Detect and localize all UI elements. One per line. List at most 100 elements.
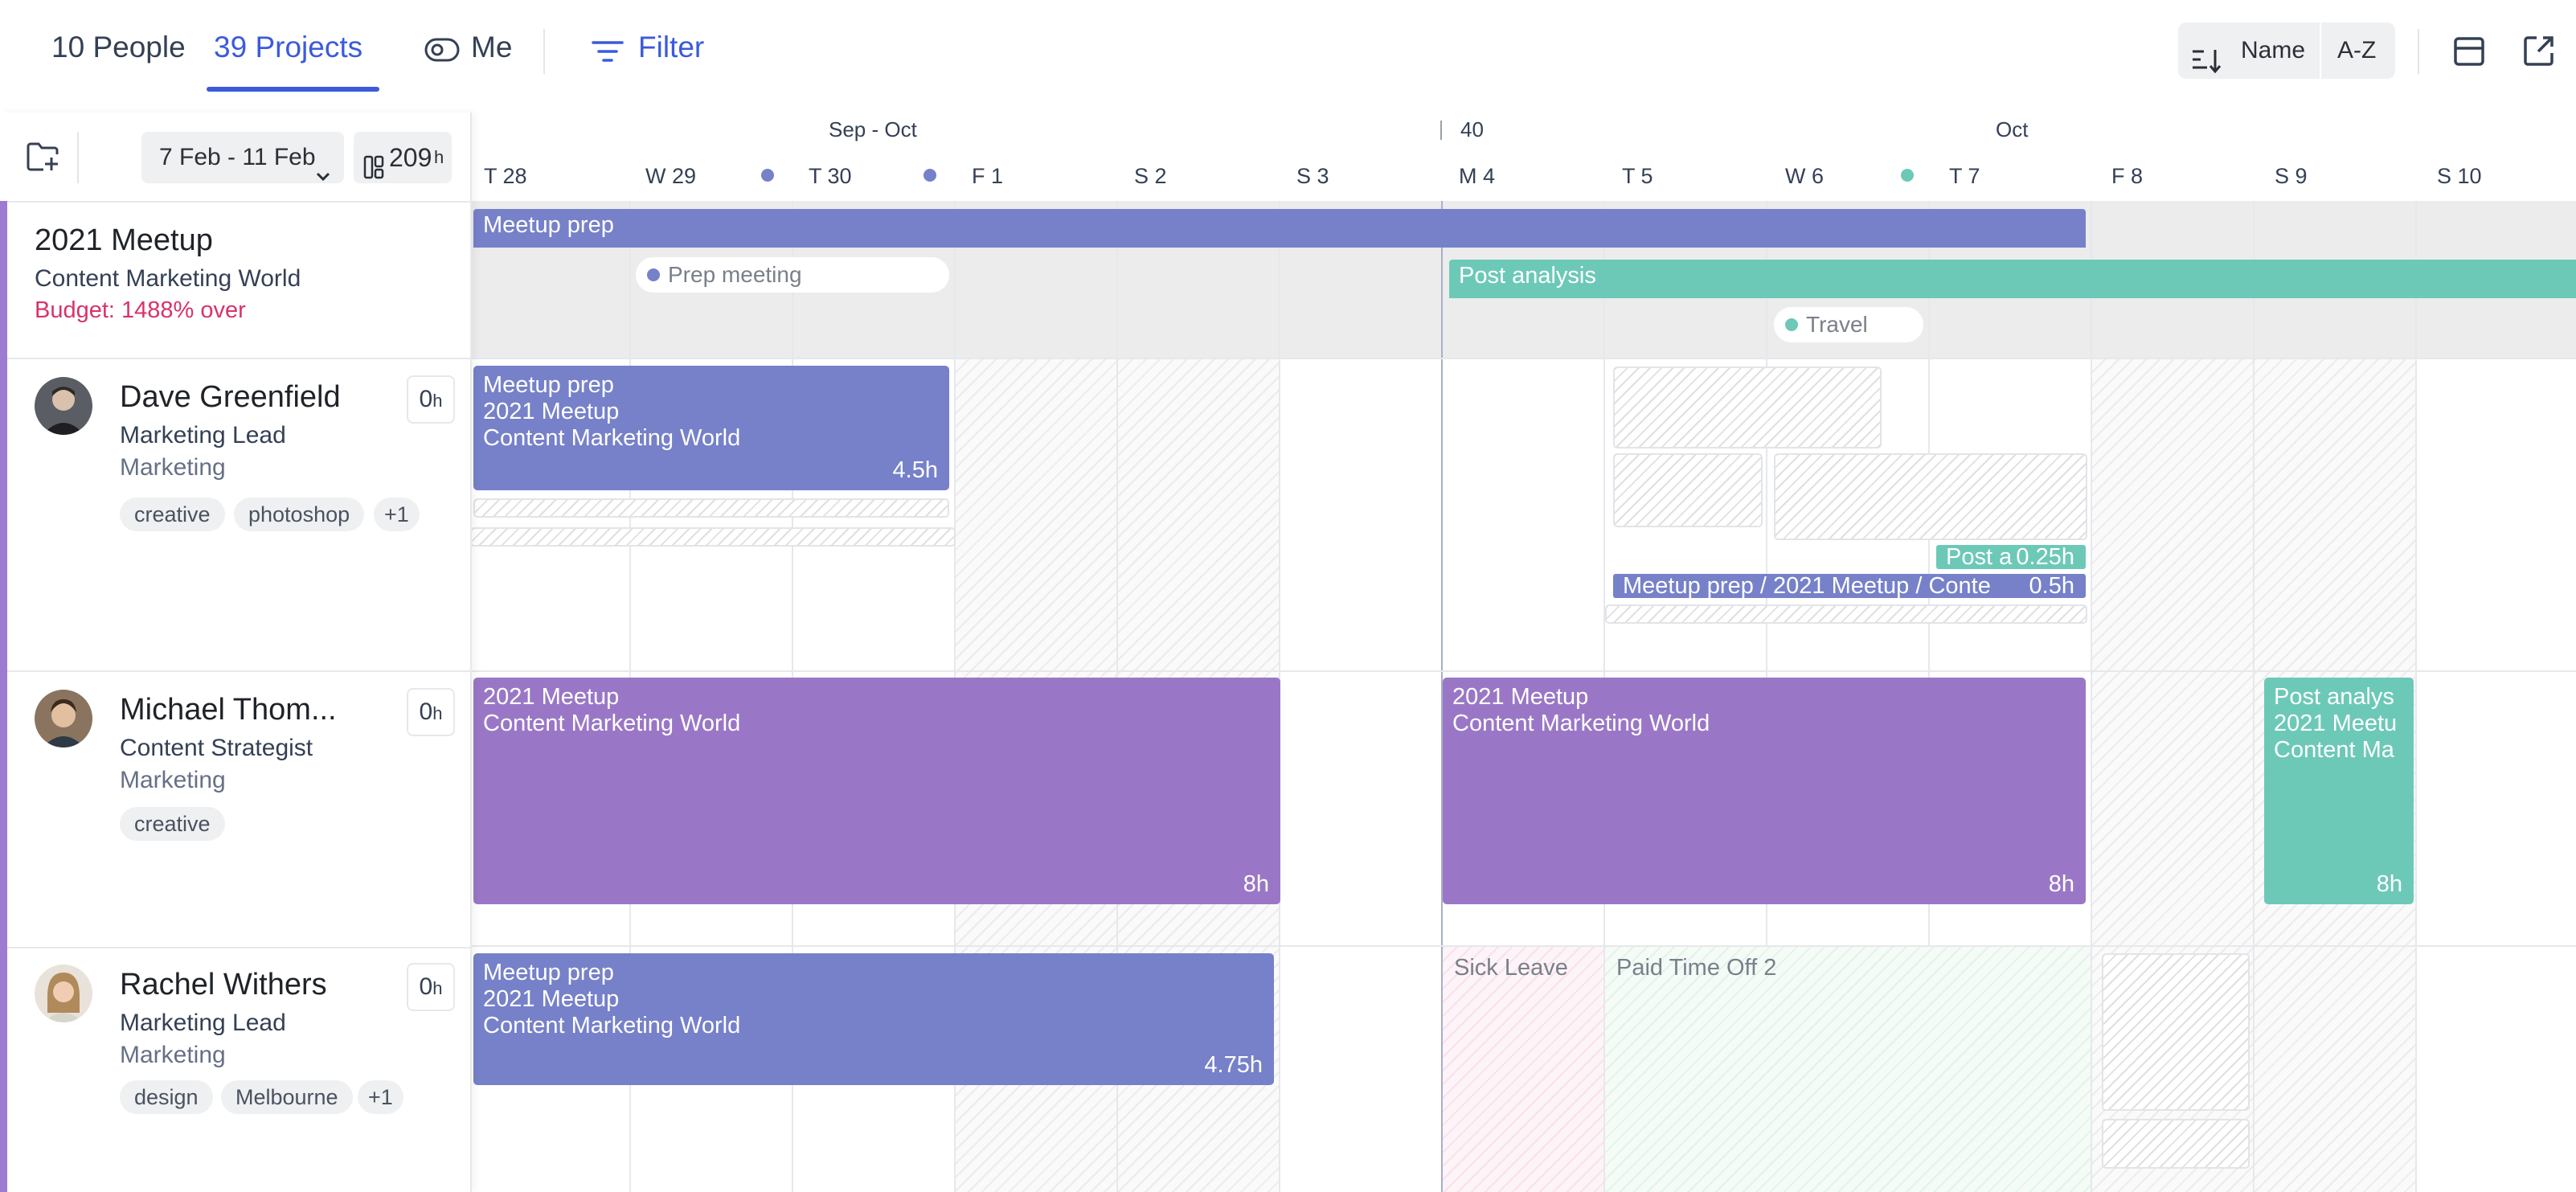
skill-tag[interactable]: photoshop [234,498,365,531]
availability-placeholder [2102,1119,2250,1169]
tab-projects[interactable]: 39 Projects [214,31,362,64]
allocation-block[interactable]: 2021 Meetup Content Marketing World 8h [1443,678,2086,904]
columns-icon [363,145,384,196]
skill-tag[interactable]: design [120,1080,213,1114]
allocation-project: 2021 Meetup [483,399,620,424]
person-row-rachel-withers[interactable]: Rachel Withers Marketing Lead Marketing … [7,947,470,1192]
sort-by-name-button[interactable]: Name [2189,23,2318,79]
project-summary[interactable]: 2021 Meetup Content Marketing World Budg… [7,201,470,359]
total-hours-unit: h [434,147,444,167]
more-tags-badge[interactable]: +1 [374,498,420,531]
me-toggle[interactable]: Me [424,31,512,64]
row-divider [470,670,2576,672]
grid-line [2253,201,2255,1192]
day-header: T 28 [484,164,527,188]
allocation-project: 2021 Meetup [1452,684,1589,710]
allocation-client: Content Marketing World [483,1013,741,1038]
leave-label: Paid Time Off 2 [1616,955,1777,981]
allocation-block[interactable]: 2021 Meetup Content Marketing World 8h [473,678,1280,904]
project-client: Content Marketing World [35,265,301,292]
milestone-pill-prep-meeting[interactable]: Prep meeting [636,257,949,293]
time-off-block[interactable]: Paid Time Off 2 [1605,947,2091,1192]
add-folder-icon[interactable] [26,140,61,176]
milestone-label: Prep meeting [668,262,802,287]
person-row-michael[interactable]: Michael Thom... Content Strategist Marke… [7,672,470,948]
project-color-accent [0,201,7,1192]
allocation-hours: 4.5h [892,457,938,483]
allocation-block[interactable]: Meetup prep 2021 Meetup Content Marketin… [473,366,949,490]
skill-tag[interactable]: creative [120,807,225,841]
layout-toggle-icon[interactable] [2453,35,2485,72]
toolbar-divider [77,132,79,183]
person-hours: 0h [407,963,455,1011]
tab-people[interactable]: 10 People [51,31,186,64]
sort-name-label: Name [2241,37,2306,63]
filter-button[interactable]: Filter [592,31,704,64]
day-header: S 3 [1296,164,1329,188]
person-role: Marketing Lead [120,1010,286,1036]
allocation-block[interactable]: Meetup prep 2021 Meetup Content Marketin… [473,953,1274,1085]
person-role: Content Strategist [120,735,313,761]
week-label: Oct [1996,117,2029,141]
topbar-divider-right [2418,29,2419,74]
milestone-pill-travel[interactable]: Travel [1774,307,1923,342]
filter-icon [592,37,624,71]
availability-placeholder [1774,453,2087,540]
allocation-block[interactable]: Post analys 2021 Meetu Content Ma 8h [2264,678,2414,904]
projects-label: Projects [255,31,363,63]
schedule-timeline: Sep - Oct 40 Oct T 28 W 29 T 30 F 1 S 2 … [470,113,2576,1192]
allocation-block-small[interactable]: Post a 0.25h [1936,545,2086,569]
milestone-dot[interactable] [761,169,774,182]
allocation-client: Content Ma [2274,737,2394,763]
allocation-client: Content Marketing World [1452,711,1710,736]
phase-bar-meetup-prep[interactable]: Meetup prep [473,209,2086,248]
allocation-hours: 4.75h [1204,1052,1263,1078]
milestone-dot-icon [1785,318,1798,331]
person-row-dave-greenfield[interactable]: Dave Greenfield Marketing Lead Marketing… [7,359,470,672]
topbar-divider [543,29,545,74]
hours-value: 0 [419,386,433,412]
person-department: Marketing [120,454,226,481]
person-name: Dave Greenfield [120,380,341,414]
phase-label: Meetup prep [483,212,614,238]
allocation-project: 2021 Meetup [483,684,620,710]
total-hours-value: 209 [389,143,432,172]
hours-value: 0 [419,698,433,725]
person-hours: 0h [407,375,455,424]
day-header: M 4 [1459,164,1496,188]
more-tags-badge[interactable]: +1 [358,1080,403,1114]
availability-placeholder [2102,953,2250,1111]
date-range-selector[interactable]: 7 Feb - 11 Feb [141,132,344,183]
allocation-hours: 0.25h [2016,545,2074,569]
sort-order-label: A-Z [2337,37,2377,63]
row-divider [470,358,2576,359]
skill-tag[interactable]: creative [120,498,225,531]
sort-order-button[interactable]: A-Z [2337,23,2394,79]
phase-bar-post-analysis[interactable]: Post analysis [1449,260,2576,298]
total-hours-toggle[interactable]: 209 h [354,132,452,183]
allocation-label: Post a [1946,545,2013,569]
day-header: F 8 [2111,164,2144,188]
week-label: 40 [1460,117,1484,141]
avatar [35,690,92,748]
allocation-hours: 8h [2048,871,2074,897]
sick-leave-block[interactable]: Sick Leave [1443,947,1603,1192]
me-label: Me [471,31,513,63]
location-tag[interactable]: Melbourne [221,1080,353,1114]
allocation-phase: Meetup prep [483,960,614,985]
day-header: T 7 [1949,164,1980,188]
day-header: W 29 [645,164,697,188]
external-link-icon[interactable] [2522,34,2556,72]
people-label: People [92,31,186,63]
project-name: 2021 Meetup [35,223,213,257]
milestone-dot[interactable] [924,169,936,182]
sort-icon [2191,39,2223,95]
allocation-project: 2021 Meetu [2274,711,2398,736]
allocation-hours: 8h [2376,871,2402,897]
left-panel: 7 Feb - 11 Feb 209 h 2021 Meetup Content… [0,113,472,1192]
hours-unit: h [432,391,443,411]
milestone-dot[interactable] [1901,169,1914,182]
allocation-block-small[interactable]: Meetup prep / 2021 Meetup / Conte 0.5h [1613,574,2086,598]
person-name: Michael Thom... [120,693,337,727]
allocation-phase: Meetup prep [483,372,614,398]
